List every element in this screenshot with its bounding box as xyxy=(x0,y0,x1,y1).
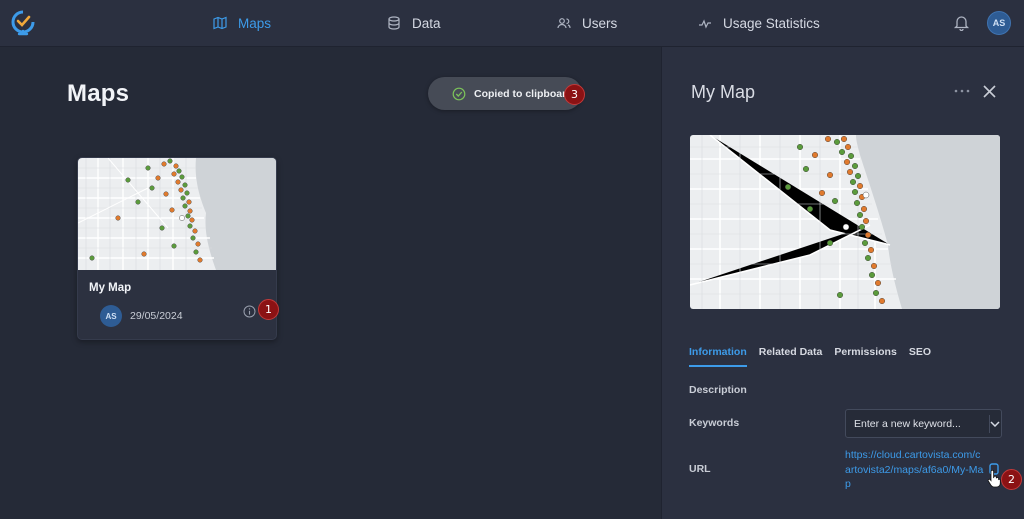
keywords-dropdown-toggle[interactable] xyxy=(989,410,1001,437)
user-avatar-initials: AS xyxy=(992,18,1006,28)
annotation-badge-1: 1 xyxy=(258,299,279,320)
cartovista-logo-icon[interactable] xyxy=(10,9,36,37)
card-title: My Map xyxy=(89,282,132,294)
hand-cursor-icon xyxy=(987,470,1001,488)
close-icon[interactable] xyxy=(983,85,996,98)
card-owner-initials: AS xyxy=(105,311,117,321)
nav-label-data: Data xyxy=(412,15,441,31)
annotation-badge-2: 2 xyxy=(1001,469,1022,490)
info-icon[interactable] xyxy=(243,305,256,318)
top-navigation-bar: Maps Data Users Usage Statistics AS xyxy=(0,0,1024,47)
map-thumbnail xyxy=(78,158,276,270)
page-title: Maps xyxy=(67,80,130,107)
card-date: 29/05/2024 xyxy=(130,310,183,322)
description-label: Description xyxy=(689,384,747,396)
keywords-label: Keywords xyxy=(689,417,740,429)
map-details-panel: My Map Information Related Data Permissi… xyxy=(661,47,1024,519)
map-card[interactable]: My Map AS 29/05/2024 xyxy=(77,157,277,340)
tab-related-data[interactable]: Related Data xyxy=(759,346,823,367)
bell-icon[interactable] xyxy=(953,14,970,31)
check-circle-icon xyxy=(452,87,466,100)
map-preview[interactable] xyxy=(690,135,1000,309)
keywords-input[interactable] xyxy=(846,410,989,437)
user-avatar[interactable]: AS xyxy=(987,11,1011,35)
users-icon xyxy=(557,18,571,29)
card-owner-avatar: AS xyxy=(100,305,122,327)
nav-item-data[interactable]: Data xyxy=(387,0,441,46)
database-icon xyxy=(388,16,400,30)
more-options-icon[interactable] xyxy=(954,87,970,95)
panel-title: My Map xyxy=(691,82,756,102)
nav-item-usage-statistics[interactable]: Usage Statistics xyxy=(698,0,820,46)
keywords-field xyxy=(845,409,1002,438)
tab-information[interactable]: Information xyxy=(689,346,747,367)
copied-toast: Copied to clipboard xyxy=(428,77,582,110)
toast-message: Copied to clipboard xyxy=(474,87,573,100)
url-label: URL xyxy=(689,463,711,475)
annotation-badge-3: 3 xyxy=(564,84,585,105)
tab-permissions[interactable]: Permissions xyxy=(834,346,896,367)
nav-label-users: Users xyxy=(582,15,618,31)
nav-label-maps: Maps xyxy=(238,15,272,31)
nav-item-users[interactable]: Users xyxy=(557,0,617,46)
nav-label-usage-statistics: Usage Statistics xyxy=(723,15,820,31)
nav-item-maps[interactable]: Maps xyxy=(213,0,271,46)
activity-icon xyxy=(699,19,711,29)
map-url-link[interactable]: https://cloud.cartovista.com/cartovista2… xyxy=(845,448,985,492)
detail-tabs: Information Related Data Permissions SEO xyxy=(689,346,931,367)
chevron-down-icon xyxy=(990,420,1000,427)
tab-seo[interactable]: SEO xyxy=(909,346,931,367)
map-icon xyxy=(213,16,227,30)
